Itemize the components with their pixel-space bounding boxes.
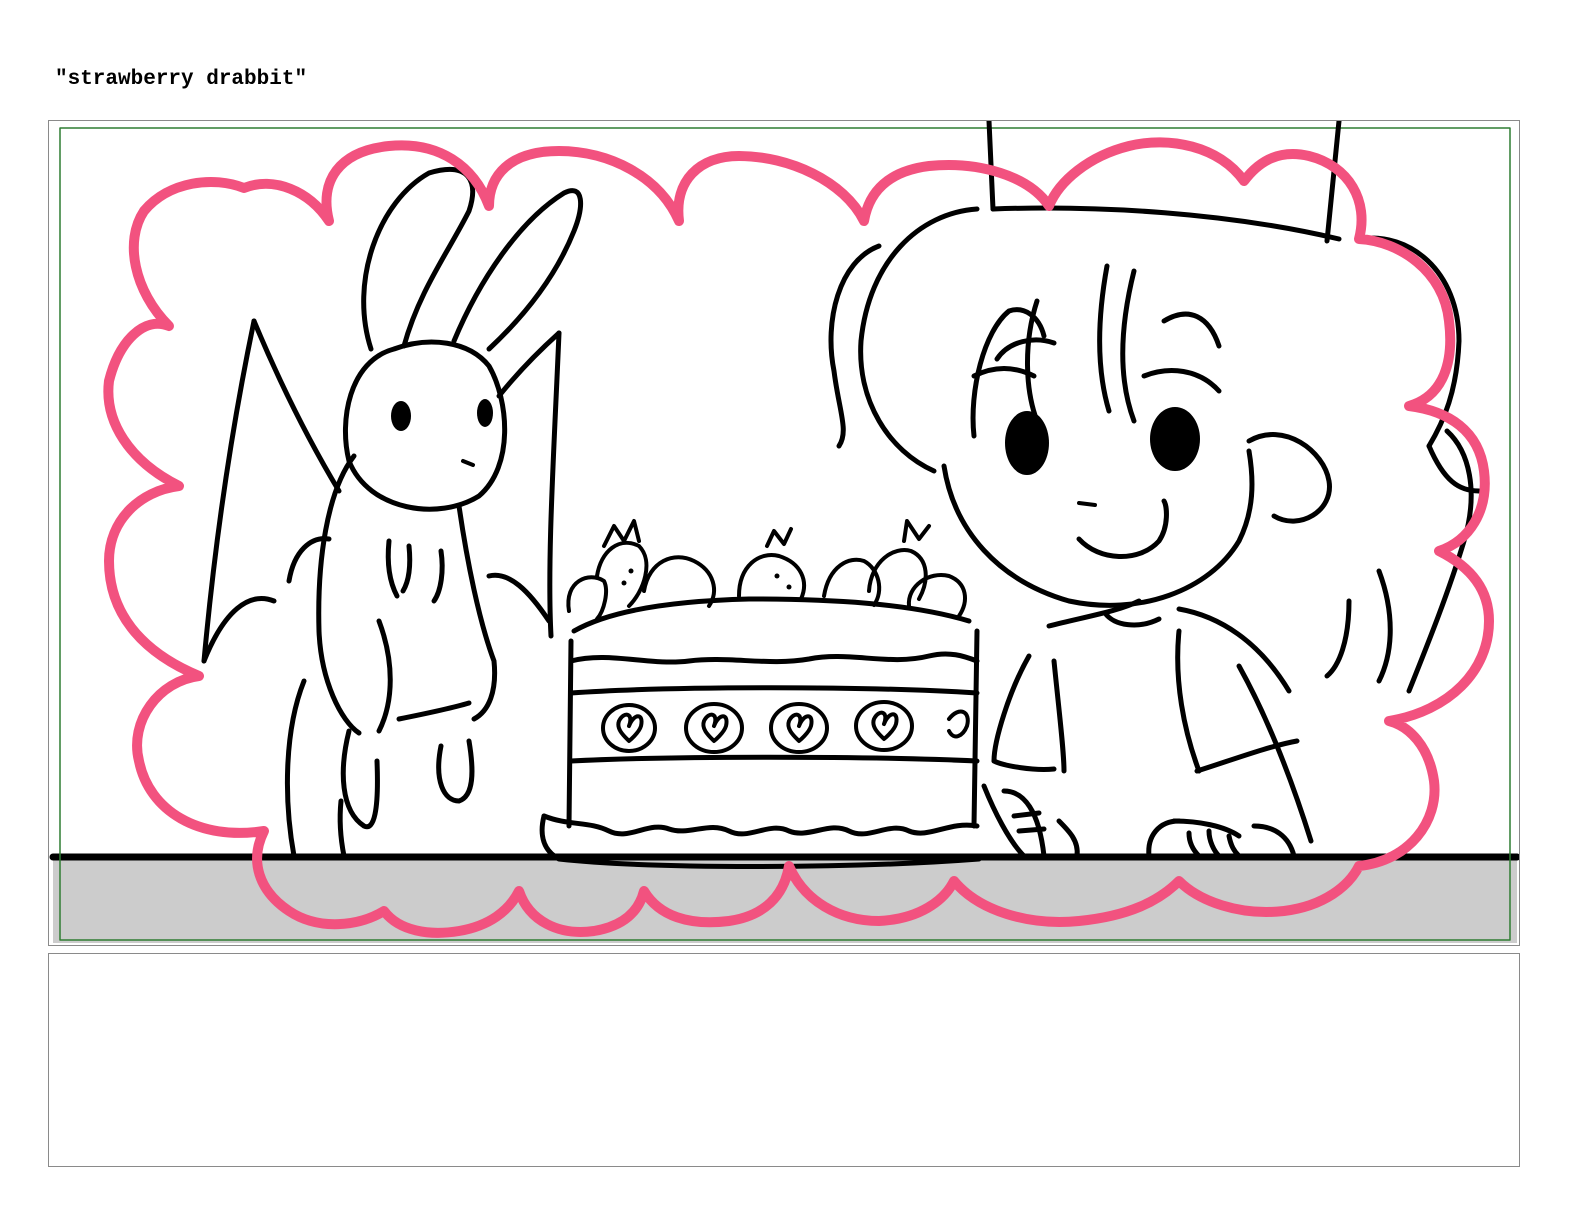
drabbit-character: [201, 166, 584, 859]
safe-frame: [59, 127, 1511, 941]
board-title: "strawberry drabbit": [55, 68, 308, 91]
girl-character: [828, 121, 1482, 859]
strawberry-cake: [539, 519, 982, 869]
storyboard-panel: [48, 120, 1520, 946]
dialogue-notes-box[interactable]: [48, 953, 1520, 1167]
panel-drawing: [49, 121, 1519, 943]
